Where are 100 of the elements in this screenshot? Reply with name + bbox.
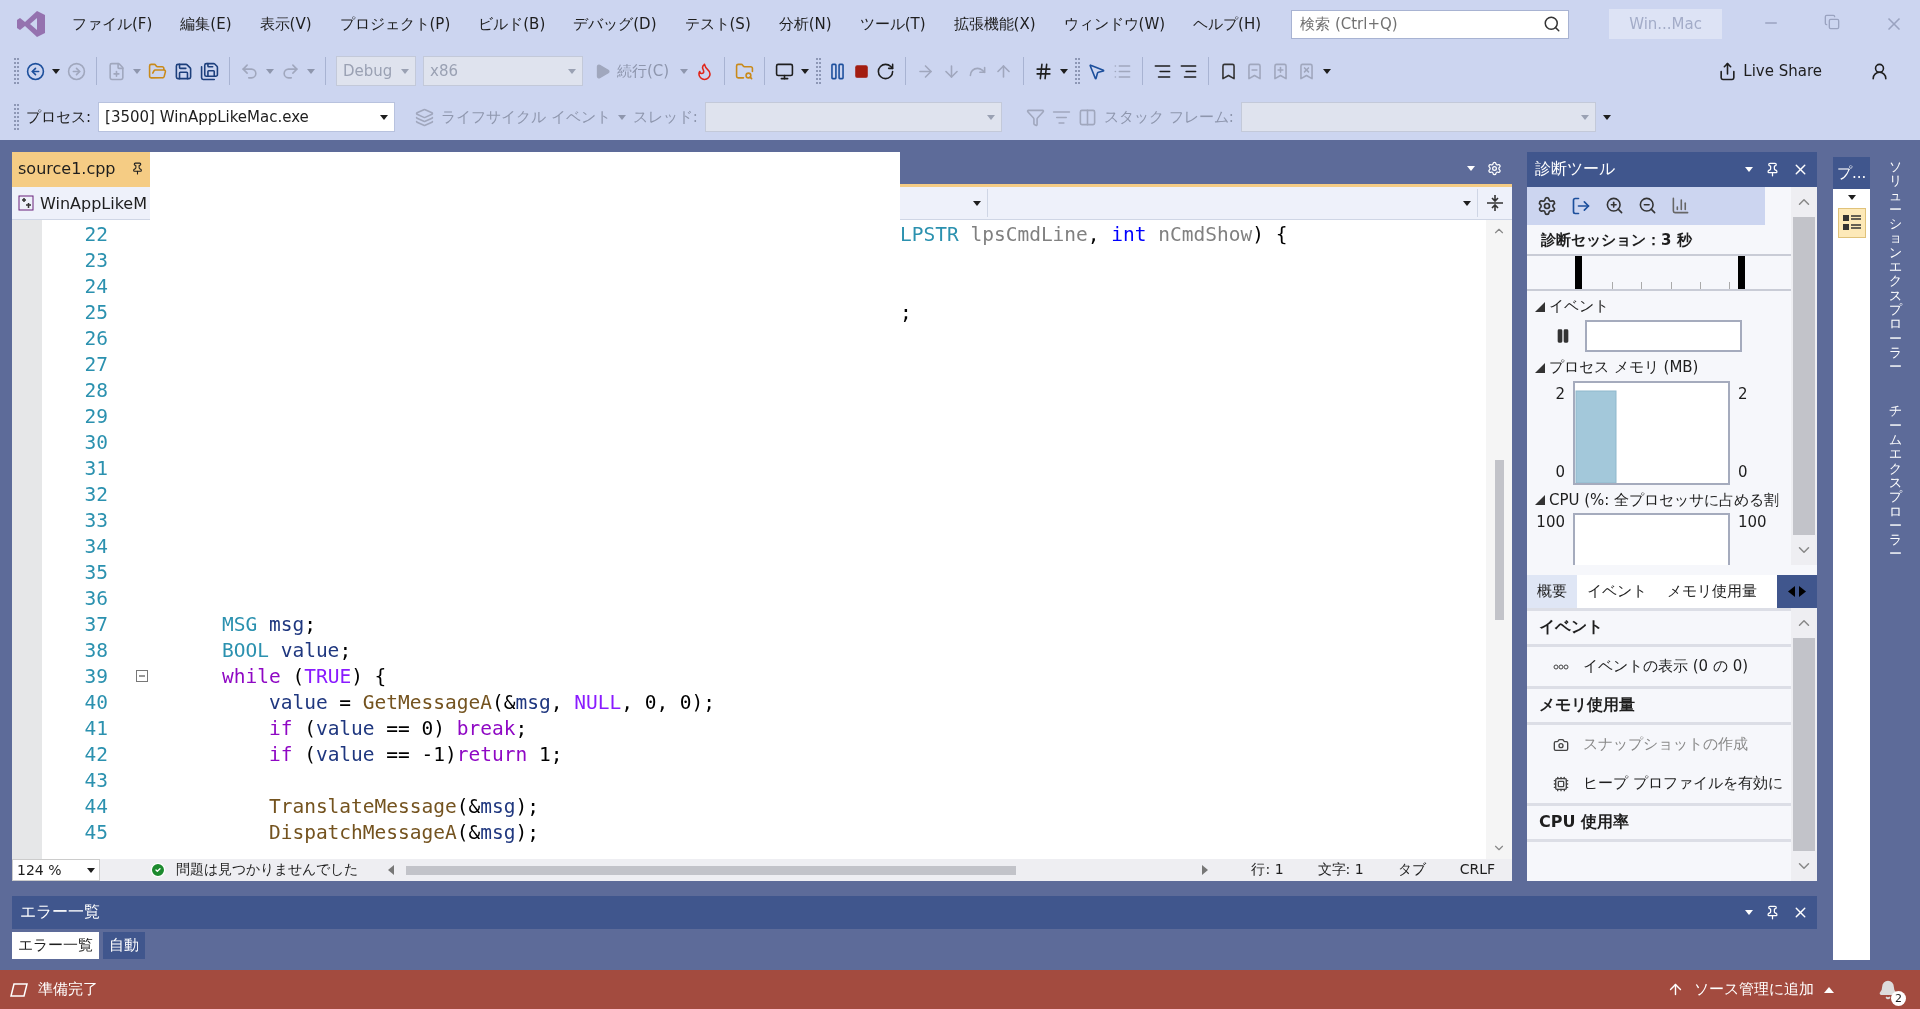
undo-icon[interactable] [240, 61, 259, 81]
menu-item[interactable]: 表示(V) [245, 14, 326, 34]
line-number: 37 [83, 612, 108, 636]
save-all-icon[interactable] [200, 61, 219, 81]
vertical-scrollbar[interactable] [1791, 608, 1817, 882]
caret-icon[interactable] [52, 68, 60, 74]
process-dropdown[interactable]: [3500] WinAppLikeMac.exe [98, 102, 396, 132]
vertical-scrollbar[interactable] [1791, 187, 1817, 565]
pin-icon[interactable] [131, 161, 144, 175]
action-link[interactable]: ヒープ プロファイルを有効に [1527, 764, 1791, 803]
line-number: 25 [83, 300, 108, 324]
scrollbar-thumb[interactable] [406, 865, 1016, 875]
tab[interactable]: 自動 [103, 932, 145, 960]
folder-search-icon[interactable] [735, 61, 755, 81]
expanded-triangle-icon[interactable] [1535, 495, 1545, 506]
pause-icon[interactable] [1555, 328, 1571, 345]
feedback-person-icon[interactable] [1870, 61, 1889, 81]
restore-icon[interactable] [1824, 14, 1840, 30]
menu-item[interactable]: ヘルプ(H) [1179, 14, 1276, 34]
caret-icon[interactable] [801, 68, 810, 74]
caret-icon[interactable] [1745, 167, 1753, 172]
zoom-in-icon[interactable] [1605, 196, 1624, 216]
caret-icon[interactable] [1323, 68, 1332, 74]
bar-chart-icon[interactable] [1671, 196, 1690, 216]
tab-left-icon[interactable] [1788, 586, 1795, 597]
save-icon[interactable] [174, 61, 193, 81]
thread-label: スレッド: [632, 107, 698, 127]
menu-item[interactable]: ウィンドウ(W) [1049, 14, 1180, 34]
grip-handle[interactable] [816, 58, 822, 84]
cursor-status: CRLF [1458, 861, 1496, 880]
caret-icon[interactable] [1745, 910, 1753, 916]
zoom-dropdown[interactable]: 124 % [12, 859, 100, 882]
menu-item[interactable]: 拡張機能(X) [939, 14, 1050, 34]
restart-icon[interactable] [876, 61, 896, 81]
pin-icon[interactable] [1765, 905, 1780, 921]
project-icon [18, 195, 34, 211]
redo-icon[interactable] [281, 61, 300, 81]
action-link[interactable]: イベントの表示 (0 の 0) [1527, 647, 1791, 686]
menu-item[interactable]: ツール(T) [845, 14, 940, 34]
caret-icon[interactable] [1060, 68, 1069, 74]
line-number: 24 [83, 274, 108, 298]
line-number: 27 [83, 352, 108, 376]
menu-item[interactable]: ファイル(F) [58, 14, 167, 34]
line-number: 22 [83, 222, 108, 246]
source-control-button[interactable]: ソース管理に追加 [1694, 980, 1814, 999]
line-number: 45 [83, 820, 108, 844]
filter-icon[interactable] [1025, 107, 1045, 127]
scrollbar-thumb[interactable] [1793, 638, 1815, 852]
timeline-ruler[interactable] [1527, 256, 1791, 292]
scrollbar-thumb[interactable] [1494, 459, 1504, 620]
side-tab[interactable]: ソリューションエクスプローラー [1888, 160, 1902, 375]
grip-handle[interactable] [1075, 58, 1081, 84]
side-tab[interactable]: チームエクスプローラー [1888, 404, 1902, 562]
menu-item[interactable]: ビルド(B) [464, 14, 560, 34]
stop-icon[interactable] [854, 63, 870, 79]
monitor-icon[interactable] [775, 61, 795, 81]
caret-icon[interactable] [1602, 114, 1611, 120]
menu-item[interactable]: 編集(E) [166, 14, 246, 34]
tab-right-icon[interactable] [1799, 586, 1806, 597]
scroll-left-icon[interactable] [388, 865, 394, 876]
scrollbar-thumb[interactable] [1793, 217, 1815, 535]
settings-icon[interactable] [1537, 195, 1557, 216]
new-file-icon[interactable] [107, 61, 126, 81]
section-title: プロセス メモリ (MB) [1549, 358, 1699, 378]
process-label: プロセス: [26, 107, 92, 127]
vertical-scrollbar[interactable] [1486, 220, 1512, 860]
caret-icon[interactable] [973, 200, 981, 206]
caret-up-icon[interactable] [1824, 986, 1834, 993]
menu-item[interactable]: デバッグ(D) [559, 14, 671, 34]
export-icon[interactable] [1571, 195, 1591, 216]
pin-icon[interactable] [1765, 162, 1780, 177]
live-share-button[interactable]: Live Share [1714, 59, 1826, 83]
tab-scroll-buttons[interactable] [1777, 575, 1817, 608]
grip-handle[interactable] [14, 58, 19, 84]
pointer-icon[interactable] [1087, 61, 1107, 81]
line-number: 38 [83, 638, 108, 662]
search-icon[interactable] [1543, 14, 1562, 33]
tab[interactable]: 概要 [1527, 575, 1577, 608]
grip-handle[interactable] [14, 104, 19, 130]
open-folder-icon[interactable] [148, 61, 167, 81]
caret-icon[interactable] [1847, 195, 1856, 200]
scroll-right-icon[interactable] [1202, 865, 1208, 876]
document-tab[interactable]: source1.cpp [12, 152, 150, 184]
menu-item[interactable]: プロジェクト(P) [325, 14, 465, 34]
expanded-triangle-icon[interactable] [1535, 301, 1545, 312]
zoom-out-icon[interactable] [1638, 196, 1657, 216]
search-field[interactable]: 検索 (Ctrl+Q) [1291, 9, 1570, 39]
caret-icon[interactable] [380, 114, 389, 120]
caret-icon[interactable] [1463, 200, 1471, 206]
expanded-triangle-icon[interactable] [1535, 362, 1545, 373]
line-number: 44 [83, 794, 108, 818]
section-title: CPU (%: 全プロセッサに占める割 [1549, 490, 1780, 510]
tab[interactable]: エラー一覧 [12, 932, 99, 960]
menu-item[interactable]: 分析(N) [764, 14, 846, 34]
collapse-icon[interactable] [135, 670, 148, 682]
caret-icon[interactable] [87, 867, 95, 873]
split-icon[interactable] [1486, 194, 1504, 212]
line-number: 29 [83, 404, 108, 428]
properties-button[interactable] [1837, 208, 1866, 238]
menu-item[interactable]: テスト(S) [670, 14, 765, 34]
